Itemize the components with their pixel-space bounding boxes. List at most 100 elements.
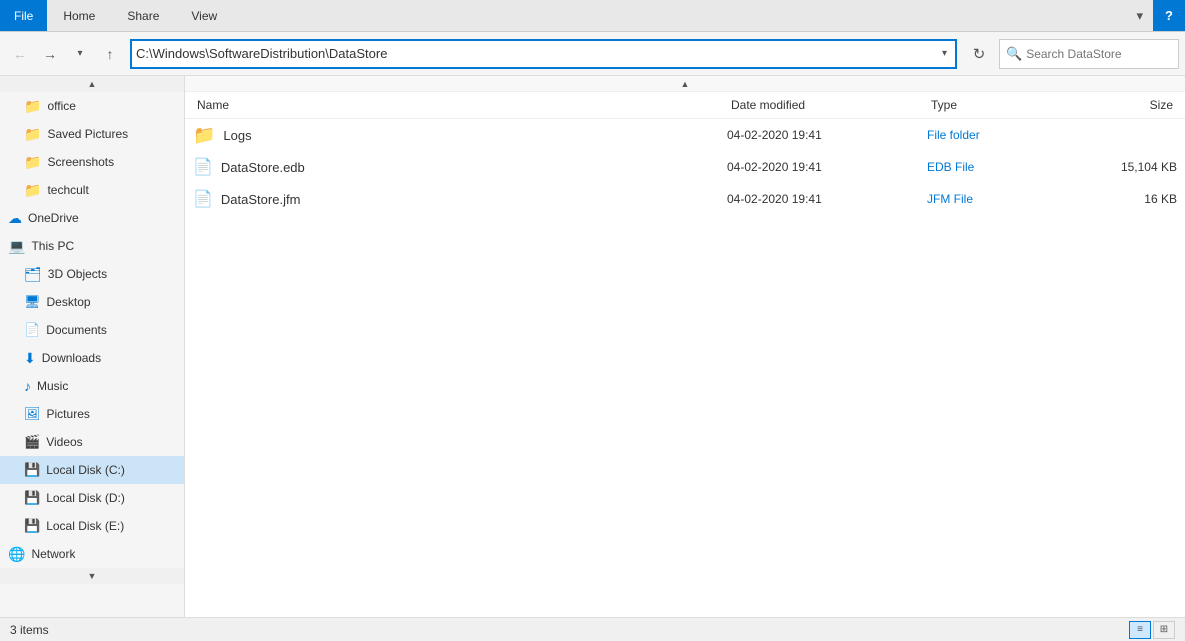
videos-icon: 🎬 <box>24 434 40 450</box>
screenshots-icon: 📁 <box>24 154 41 171</box>
sidebar-item-label-pictures: Pictures <box>47 407 90 421</box>
file-tab[interactable]: File <box>0 0 47 31</box>
search-input[interactable] <box>1026 47 1172 61</box>
music-icon: ♪ <box>24 378 31 394</box>
techcult-icon: 📁 <box>24 182 41 199</box>
sidebar-item-label-documents: Documents <box>46 323 107 337</box>
file-date-2: 04-02-2020 19:41 <box>727 192 927 206</box>
title-bar-controls: ▾ ? <box>1126 0 1185 31</box>
sidebar-item-network[interactable]: 🌐 Network <box>0 540 184 568</box>
saved-pictures-icon: 📁 <box>24 126 41 143</box>
nav-bar: ← → ▾ ↑ ▾ ↻ 🔍 <box>0 32 1185 76</box>
local-disk-d-icon: 💾 <box>24 490 40 506</box>
sidebar-scroll-up[interactable]: ▲ <box>0 76 184 92</box>
file-type-2: JFM File <box>927 192 1077 206</box>
col-header-type[interactable]: Type <box>927 96 1077 114</box>
large-icons-view-button[interactable]: ⊞ <box>1153 621 1175 639</box>
local-disk-c-icon: 💾 <box>24 462 40 478</box>
file-size-1: 15,104 KB <box>1077 160 1177 174</box>
sidebar-item-label-saved-pictures: Saved Pictures <box>47 127 128 141</box>
sidebar-item-label-3dobjects: 3D Objects <box>48 267 107 281</box>
content-pane: ▲ Name Date modified Type Size 📁Logs04-0… <box>185 76 1185 617</box>
forward-button[interactable]: → <box>36 40 64 68</box>
title-bar: File Home Share View ▾ ? <box>0 0 1185 32</box>
file-size-2: 16 KB <box>1077 192 1177 206</box>
sidebar: ▲ 📁 office 📁 Saved Pictures 📁 Screenshots 📁 tec… <box>0 76 185 617</box>
help-button[interactable]: ? <box>1153 0 1185 31</box>
refresh-button[interactable]: ↻ <box>965 40 993 68</box>
sidebar-item-pictures[interactable]: 🖼 Pictures <box>0 400 184 428</box>
sidebar-item-desktop[interactable]: 🖥 Desktop <box>0 288 184 316</box>
col-header-name[interactable]: Name <box>193 96 727 114</box>
folder-icon: 📁 <box>193 125 215 146</box>
sidebar-item-onedrive[interactable]: ☁ OneDrive <box>0 204 184 232</box>
sidebar-item-downloads[interactable]: ⬇ Downloads <box>0 344 184 372</box>
sidebar-item-label-downloads: Downloads <box>42 351 101 365</box>
sidebar-item-thispc[interactable]: 💻This PC <box>0 232 184 260</box>
sidebar-item-local-disk-d[interactable]: 💾 Local Disk (D:) <box>0 484 184 512</box>
address-dropdown-icon[interactable]: ▾ <box>938 48 951 59</box>
main-area: ▲ 📁 office 📁 Saved Pictures 📁 Screenshots 📁 tec… <box>0 76 1185 617</box>
recent-locations-button[interactable]: ▾ <box>66 40 94 68</box>
up-button[interactable]: ↑ <box>96 40 124 68</box>
sidebar-item-label-screenshots: Screenshots <box>47 155 114 169</box>
file-icon: 📄 <box>193 157 213 177</box>
file-type-1: EDB File <box>927 160 1077 174</box>
sidebar-item-documents[interactable]: 📄 Documents <box>0 316 184 344</box>
file-name-1: 📄DataStore.edb <box>193 157 727 177</box>
details-view-button[interactable]: ≡ <box>1129 621 1151 639</box>
file-type-0: File folder <box>927 128 1077 142</box>
file-name-0: 📁Logs <box>193 125 727 146</box>
sidebar-scroll-down[interactable]: ▼ <box>0 568 184 584</box>
network-icon: 🌐 <box>8 546 25 563</box>
sidebar-item-label-thispc: This PC <box>31 239 74 253</box>
sidebar-item-label-desktop: Desktop <box>47 295 91 309</box>
sidebar-item-label-office: office <box>47 99 75 113</box>
file-table: Name Date modified Type Size 📁Logs04-02-… <box>185 92 1185 617</box>
sidebar-item-label-music: Music <box>37 379 68 393</box>
address-bar[interactable] <box>136 46 938 61</box>
address-bar-wrapper: ▾ <box>130 39 957 69</box>
file-name-2: 📄DataStore.jfm <box>193 189 727 209</box>
status-bar: 3 items ≡ ⊞ <box>0 617 1185 641</box>
table-row[interactable]: 📄DataStore.jfm04-02-2020 19:41JFM File16… <box>185 183 1185 215</box>
sidebar-item-label-network: Network <box>31 547 75 561</box>
back-button[interactable]: ← <box>6 40 34 68</box>
file-icon: 📄 <box>193 189 213 209</box>
file-date-0: 04-02-2020 19:41 <box>727 128 927 142</box>
sidebar-item-office[interactable]: 📁 office <box>0 92 184 120</box>
content-scroll-up[interactable]: ▲ <box>185 76 1185 92</box>
sidebar-item-label-local-disk-d: Local Disk (D:) <box>46 491 125 505</box>
sidebar-item-techcult[interactable]: 📁 techcult <box>0 176 184 204</box>
sidebar-item-saved-pictures[interactable]: 📁 Saved Pictures <box>0 120 184 148</box>
sidebar-item-local-disk-c[interactable]: 💾 Local Disk (C:) <box>0 456 184 484</box>
sidebar-item-local-disk-e[interactable]: 💾Local Disk (E:) <box>0 512 184 540</box>
onedrive-icon: ☁ <box>8 210 22 227</box>
documents-icon: 📄 <box>24 322 40 338</box>
sidebar-item-3dobjects[interactable]: 🗂3D Objects <box>0 260 184 288</box>
sidebar-item-label-techcult: techcult <box>47 183 88 197</box>
file-rows-container: 📁Logs04-02-2020 19:41File folder📄DataSto… <box>185 119 1185 215</box>
office-icon: 📁 <box>24 98 41 115</box>
view-tab[interactable]: View <box>175 0 233 31</box>
chevron-down-icon[interactable]: ▾ <box>1126 0 1153 31</box>
home-tab[interactable]: Home <box>47 0 111 31</box>
table-row[interactable]: 📄DataStore.edb04-02-2020 19:41EDB File15… <box>185 151 1185 183</box>
downloads-icon: ⬇ <box>24 350 36 367</box>
view-toggle-buttons: ≡ ⊞ <box>1129 621 1175 639</box>
sidebar-item-label-local-disk-e: Local Disk (E:) <box>46 519 124 533</box>
sidebar-item-label-onedrive: OneDrive <box>28 211 79 225</box>
sidebar-item-screenshots[interactable]: 📁 Screenshots <box>0 148 184 176</box>
search-icon: 🔍 <box>1006 46 1022 62</box>
share-tab[interactable]: Share <box>111 0 175 31</box>
sidebar-item-music[interactable]: ♪ Music <box>0 372 184 400</box>
pictures-icon: 🖼 <box>24 406 41 422</box>
sidebar-item-label-local-disk-c: Local Disk (C:) <box>46 463 125 477</box>
table-row[interactable]: 📁Logs04-02-2020 19:41File folder <box>185 119 1185 151</box>
col-header-date[interactable]: Date modified <box>727 96 927 114</box>
col-header-size[interactable]: Size <box>1077 96 1177 114</box>
sidebar-item-label-videos: Videos <box>46 435 82 449</box>
status-items-count: 3 items <box>10 623 49 637</box>
sidebar-item-videos[interactable]: 🎬 Videos <box>0 428 184 456</box>
desktop-icon: 🖥 <box>24 294 41 310</box>
